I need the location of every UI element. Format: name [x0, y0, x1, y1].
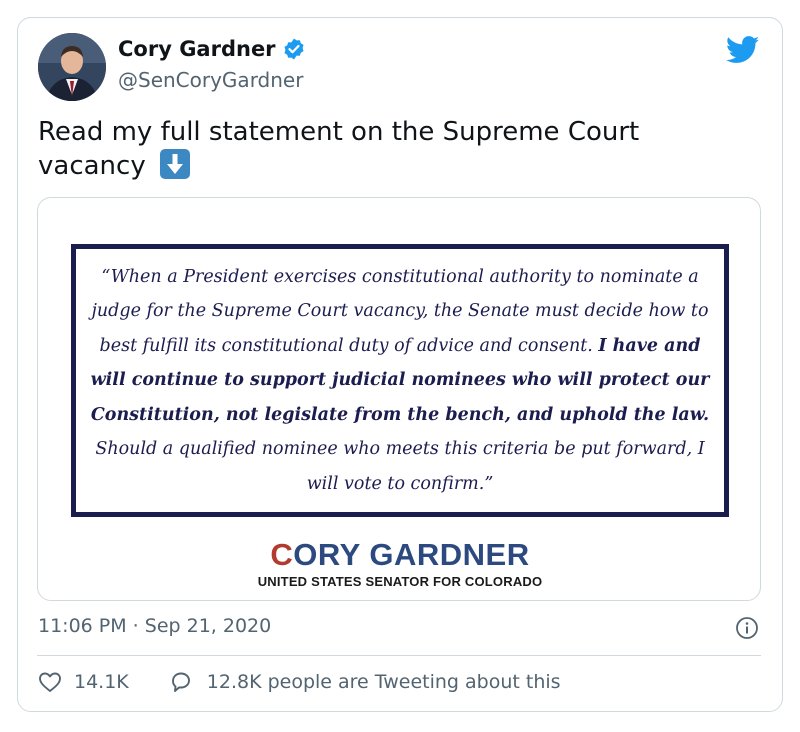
brand-first-letter: C: [270, 537, 294, 572]
quote-frame: “When a President exercises constitution…: [71, 244, 729, 517]
brand-rest: ORY GARDNER: [293, 537, 530, 572]
avatar[interactable]: [38, 33, 106, 101]
down-arrow-emoji-icon: [159, 149, 190, 179]
tweet-timestamp[interactable]: 11:06 PM · Sep 21, 2020: [38, 615, 271, 637]
tweeting-count[interactable]: 12.8K people are Tweeting about this: [207, 671, 561, 693]
tweet-text: Read my full statement on the Supreme Co…: [38, 115, 738, 183]
statement-image[interactable]: “When a President exercises constitution…: [37, 197, 761, 601]
statement-quote: “When a President exercises constitution…: [80, 260, 720, 502]
tweet-body: Read my full statement on the Supreme Co…: [38, 117, 640, 181]
reply-bubble-icon[interactable]: [169, 670, 193, 694]
twitter-bird-icon[interactable]: [725, 36, 760, 64]
quote-text-2: Should a qualified nominee who meets thi…: [95, 439, 705, 494]
like-heart-icon[interactable]: [38, 670, 62, 694]
author-handle[interactable]: @SenCoryGardner: [118, 68, 303, 92]
divider: [37, 655, 761, 656]
senator-subtitle: UNITED STATES SENATOR FOR COLORADO: [257, 574, 543, 589]
like-count[interactable]: 14.1K: [74, 671, 129, 693]
verified-badge-icon: [282, 37, 306, 61]
author-name-row: Cory Gardner: [118, 37, 306, 61]
info-icon[interactable]: [735, 616, 759, 640]
avatar-photo: [38, 33, 106, 101]
author-display-name[interactable]: Cory Gardner: [118, 37, 276, 61]
action-bar: 14.1K 12.8K people are Tweeting about th…: [38, 670, 561, 694]
senator-brand-logo: CORY GARDNER: [38, 537, 760, 572]
